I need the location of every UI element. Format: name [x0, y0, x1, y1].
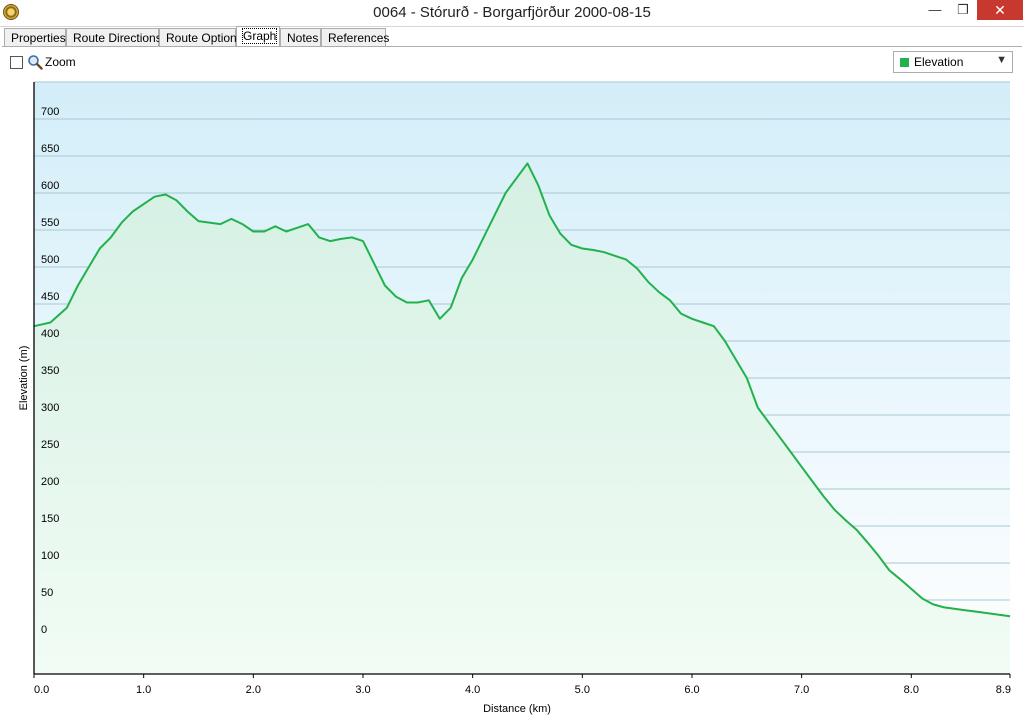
magnifier-icon: [28, 55, 43, 70]
tab-label: Route Directions: [73, 31, 162, 45]
x-tick-label: 8.9: [996, 684, 1011, 696]
y-tick-label: 150: [41, 513, 59, 525]
minimize-button[interactable]: —: [921, 0, 949, 20]
x-tick-labels: 0.0 1.0 2.0 3.0 4.0 5.0 6.0 7.0 8.0 8.9: [33, 674, 1011, 696]
y-tick-label: 500: [41, 254, 59, 266]
tab-graph[interactable]: Graph: [236, 26, 280, 47]
x-axis-label: Distance (km): [483, 703, 551, 715]
y-tick-label: 200: [41, 476, 59, 488]
y-tick-label: 350: [41, 365, 59, 377]
zoom-checkbox[interactable]: [10, 56, 23, 69]
tab-label: Route Options: [166, 31, 243, 45]
tab-references[interactable]: References: [321, 28, 390, 46]
window-title: 0064 - Stórurð - Borgarfjörður 2000-08-1…: [373, 4, 651, 21]
series-color-swatch: [900, 58, 909, 67]
y-tick-label: 250: [41, 439, 59, 451]
x-tick-label: 8.0: [904, 684, 919, 696]
tab-label: Properties: [11, 31, 66, 45]
y-tick-label: 50: [41, 587, 53, 599]
y-axis-label: Elevation (m): [18, 346, 30, 411]
tab-route-options[interactable]: Route Options: [159, 28, 243, 46]
y-tick-labels: 0 50 100 150 200 250 300 350 400 450 500 550 600 650 7…: [41, 106, 59, 636]
restore-button[interactable]: ❐: [949, 0, 977, 20]
x-tick-label: 0.0: [34, 684, 49, 696]
y-tick-label: 100: [41, 550, 59, 562]
x-tick-label: 3.0: [355, 684, 370, 696]
y-tick-label: 700: [41, 106, 59, 118]
y-tick-label: 450: [41, 291, 59, 303]
y-tick-label: 650: [41, 143, 59, 155]
close-button[interactable]: ✕: [977, 0, 1023, 20]
y-tick-label: 400: [41, 328, 59, 340]
title-bar: 0064 - Stórurð - Borgarfjörður 2000-08-1…: [0, 0, 1024, 27]
y-tick-label: 0: [41, 624, 47, 636]
tab-notes[interactable]: Notes: [280, 28, 321, 46]
x-tick-label: 5.0: [575, 684, 590, 696]
tab-label: Notes: [287, 31, 319, 45]
y-tick-label: 600: [41, 180, 59, 192]
tab-route-directions[interactable]: Route Directions: [66, 28, 162, 46]
x-tick-label: 1.0: [136, 684, 151, 696]
tab-properties[interactable]: Properties: [4, 28, 66, 46]
series-dropdown-value: Elevation: [914, 55, 964, 69]
x-tick-label: 4.0: [465, 684, 480, 696]
chevron-down-icon: ▼: [996, 54, 1007, 66]
zoom-label: Zoom: [45, 55, 76, 69]
elevation-chart: 0 50 100 150 200 250 300 350 400 450 500 550 600 650 7…: [18, 81, 1011, 715]
x-tick-label: 2.0: [246, 684, 261, 696]
tab-divider: [2, 46, 1022, 47]
series-dropdown[interactable]: Elevation ▼: [893, 51, 1013, 73]
tab-label: Graph: [241, 28, 278, 44]
y-tick-label: 550: [41, 217, 59, 229]
tab-label: References: [328, 31, 390, 45]
y-tick-label: 300: [41, 402, 59, 414]
x-tick-label: 7.0: [794, 684, 809, 696]
x-tick-label: 6.0: [684, 684, 699, 696]
